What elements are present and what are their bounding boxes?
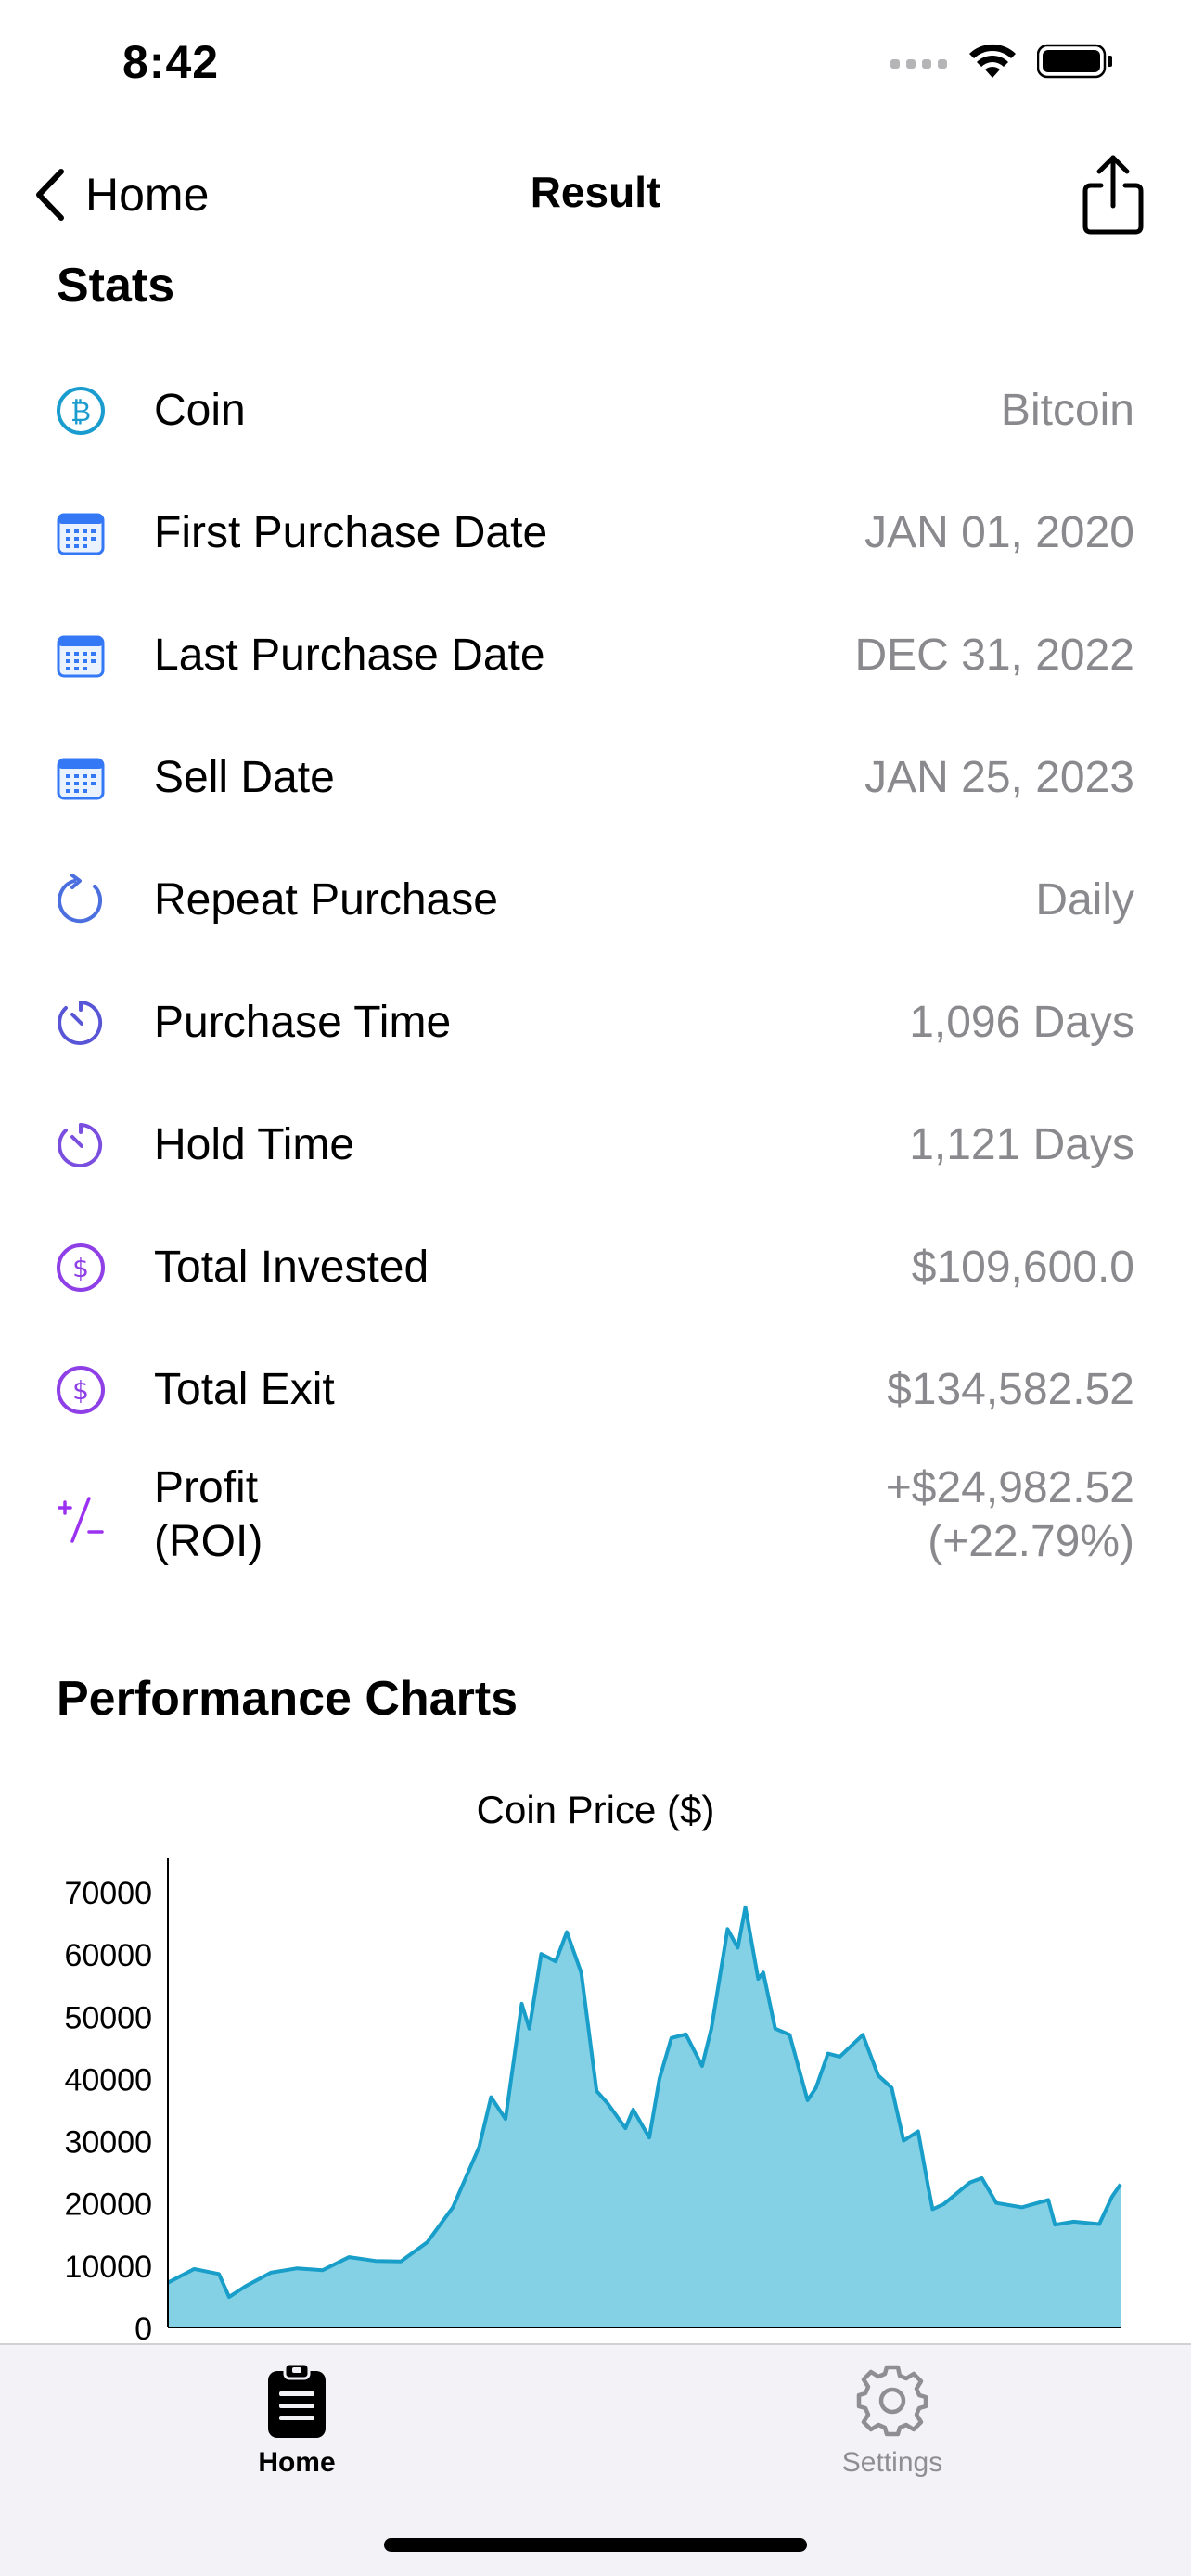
stat-label: Total Exit — [154, 1365, 335, 1414]
timer-icon — [54, 996, 108, 1050]
share-icon — [1082, 155, 1144, 235]
stat-value: Bitcoin — [1000, 386, 1134, 435]
y-tick-label: 20000 — [64, 2187, 152, 2223]
y-tick-label: 10000 — [64, 2250, 152, 2285]
stats-list: ₿ Coin Bitcoin First Purchase Date JAN 0… — [0, 349, 1191, 1589]
chart-title: Coin Price ($) — [476, 1788, 715, 1831]
stat-label-multiline: Profit (ROI) — [154, 1461, 263, 1569]
stat-row-total-invested: $ Total Invested $109,600.0 — [0, 1205, 1191, 1328]
stats-section-title: Stats — [57, 259, 175, 312]
stat-value-multiline: +$24,982.52 (+22.79%) — [886, 1461, 1134, 1569]
stat-row-total-exit: $ Total Exit $134,582.52 — [0, 1328, 1191, 1450]
home-indicator — [384, 2538, 807, 2552]
stat-row-purchase-time: Purchase Time 1,096 Days — [0, 961, 1191, 1083]
svg-text:₿: ₿ — [70, 396, 91, 428]
stat-label: Purchase Time — [154, 998, 452, 1047]
stat-row-sell-date: Sell Date JAN 25, 2023 — [0, 716, 1191, 838]
bitcoin-circle-icon: ₿ — [54, 384, 108, 438]
stat-label: Repeat Purchase — [154, 875, 498, 925]
y-tick-label: 60000 — [64, 1938, 152, 1973]
roi-label: (ROI) — [154, 1517, 263, 1566]
stat-value: DEC 31, 2022 — [854, 631, 1134, 680]
y-tick-label: 0 — [134, 2312, 152, 2343]
y-tick-label: 40000 — [64, 2062, 152, 2098]
stat-row-hold-time: Hold Time 1,121 Days — [0, 1083, 1191, 1205]
timer-icon — [54, 1118, 108, 1172]
y-tick-label: 30000 — [64, 2125, 152, 2161]
stat-label: Sell Date — [154, 753, 335, 802]
tab-home[interactable]: Home — [195, 2362, 399, 2501]
gear-icon — [856, 2365, 928, 2437]
stat-value: $109,600.0 — [911, 1243, 1134, 1292]
calendar-icon — [54, 751, 108, 805]
stat-label: Hold Time — [154, 1120, 355, 1169]
stat-value: 1,096 Days — [909, 998, 1134, 1047]
status-bar: 8:42 — [0, 0, 1191, 139]
dollar-circle-icon: $ — [54, 1241, 108, 1294]
profit-value: +$24,982.52 — [885, 1463, 1134, 1512]
dollar-circle-icon: $ — [54, 1363, 108, 1417]
stat-value: Daily — [1035, 875, 1134, 925]
stat-value: JAN 25, 2023 — [864, 753, 1134, 802]
tab-home-label: Home — [258, 2447, 336, 2478]
plus-minus-icon — [54, 1493, 108, 1547]
y-tick-label: 70000 — [64, 1876, 152, 1911]
cellular-signal-icon — [890, 59, 947, 69]
stat-label: Total Invested — [154, 1243, 429, 1292]
status-time: 8:42 — [122, 36, 220, 88]
nav-bar: Home Result — [0, 139, 1191, 250]
repeat-arrow-icon — [54, 874, 108, 927]
stat-row-coin: ₿ Coin Bitcoin — [0, 349, 1191, 471]
tab-settings[interactable]: Settings — [790, 2362, 994, 2501]
stat-value: 1,121 Days — [909, 1120, 1134, 1169]
stat-row-repeat-purchase: Repeat Purchase Daily — [0, 838, 1191, 961]
stat-row-profit: Profit (ROI) +$24,982.52 (+22.79%) — [0, 1450, 1191, 1589]
stat-label: Coin — [154, 386, 246, 435]
clipboard-icon — [268, 2362, 326, 2438]
charts-section-title: Performance Charts — [57, 1672, 519, 1726]
tab-settings-label: Settings — [841, 2447, 943, 2478]
stat-row-last-purchase: Last Purchase Date DEC 31, 2022 — [0, 593, 1191, 716]
page-title: Result — [530, 168, 661, 216]
svg-text:$: $ — [72, 1375, 89, 1406]
price-area — [168, 1906, 1121, 2327]
stat-value: $134,582.52 — [887, 1365, 1134, 1414]
calendar-icon — [54, 629, 108, 682]
stat-label: First Purchase Date — [154, 508, 548, 557]
calendar-icon — [54, 506, 108, 560]
status-icons — [890, 43, 1113, 80]
roi-value: (+22.79%) — [928, 1517, 1134, 1566]
wifi-icon — [969, 44, 1016, 78]
svg-text:$: $ — [72, 1253, 89, 1283]
profit-label: Profit — [154, 1463, 259, 1512]
y-tick-label: 50000 — [64, 2000, 152, 2035]
stat-row-first-purchase: First Purchase Date JAN 01, 2020 — [0, 471, 1191, 593]
coin-price-chart: 70000 60000 50000 40000 30000 20000 10000 0 — [64, 1858, 1122, 2343]
stat-label: Last Purchase Date — [154, 631, 545, 680]
stat-value: JAN 01, 2020 — [864, 508, 1134, 557]
share-button[interactable] — [1076, 152, 1150, 236]
battery-icon — [1037, 44, 1112, 79]
